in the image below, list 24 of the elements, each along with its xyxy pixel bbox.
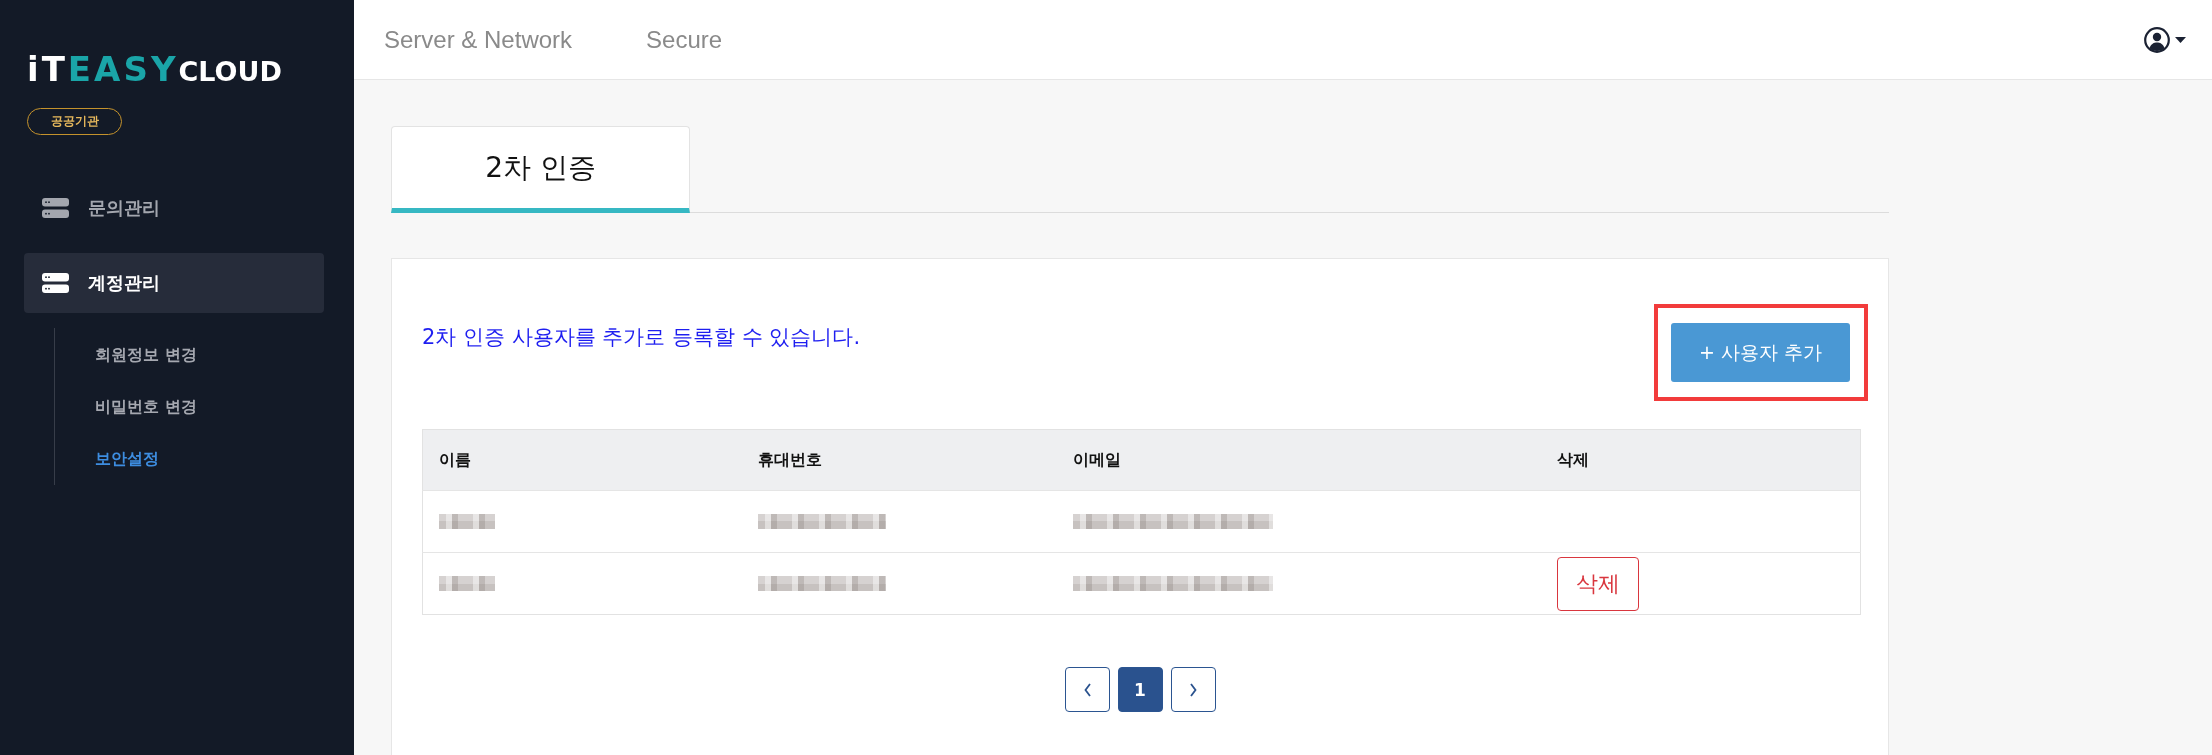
- menu-item[interactable]: 계정관리: [24, 253, 324, 313]
- submenu-item[interactable]: 비밀번호 변경: [55, 381, 197, 433]
- menu-item[interactable]: 문의관리: [24, 178, 324, 238]
- server-icon: [42, 273, 69, 293]
- page-button[interactable]: 1: [1117, 667, 1163, 712]
- previous-page-button[interactable]: [1064, 667, 1110, 712]
- submenu-item[interactable]: 회원정보 변경: [55, 329, 197, 381]
- next-page-button[interactable]: [1170, 667, 1216, 712]
- submenu-item[interactable]: 보안설정: [55, 433, 159, 485]
- user-avatar-icon[interactable]: [2144, 26, 2170, 53]
- chevron-left-icon: [1083, 682, 1091, 697]
- delete-button[interactable]: 삭제: [1556, 556, 1639, 611]
- chevron-right-icon: [1189, 682, 1197, 697]
- column-header: 이름: [439, 449, 471, 469]
- caret-down-icon[interactable]: [2175, 36, 2186, 43]
- brand-logo: iTEASYCLOUD: [27, 52, 282, 86]
- tab[interactable]: 2차 인증: [391, 126, 690, 213]
- description-text: 2차 인증 사용자를 추가로 등록할 수 있습니다.: [422, 324, 861, 351]
- menu-item-label: 문의관리: [88, 196, 160, 220]
- column-header: 이메일: [1072, 449, 1121, 469]
- menu-item-label: 계정관리: [88, 271, 160, 295]
- column-header: 삭제: [1556, 449, 1589, 469]
- server-icon: [42, 198, 69, 218]
- column-header: 휴대번호: [757, 449, 822, 469]
